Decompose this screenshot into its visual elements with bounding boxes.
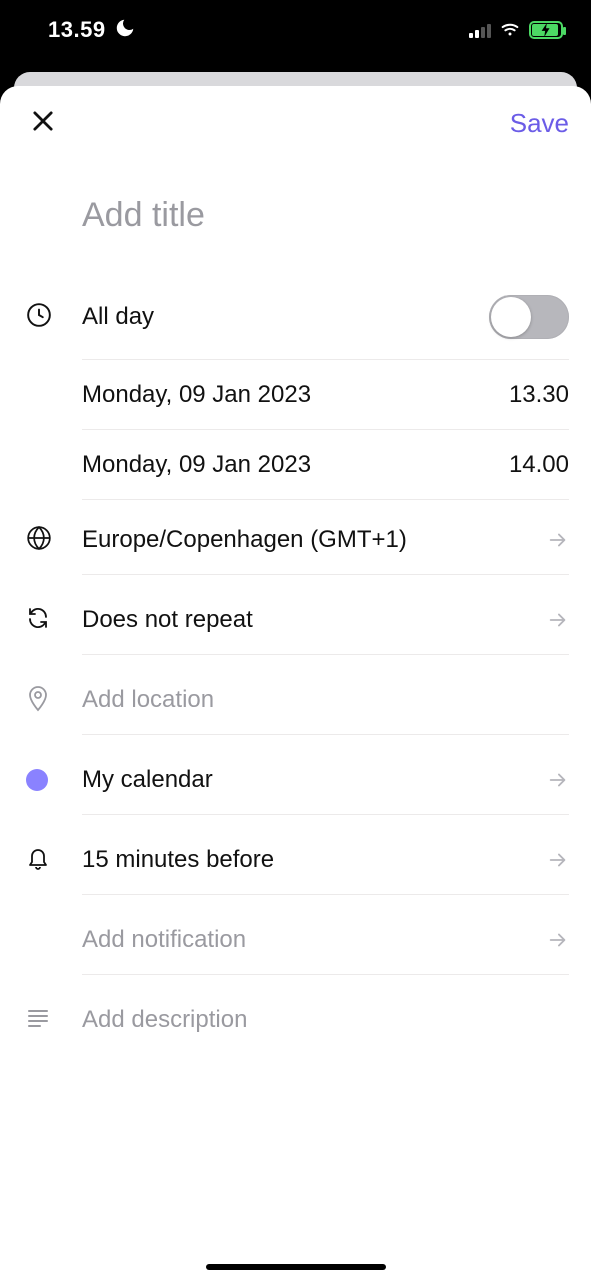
end-date-label: Monday, 09 Jan 2023 [82,451,311,479]
bell-icon [26,845,50,876]
close-button[interactable] [26,106,60,140]
calendar-row[interactable]: My calendar [0,740,591,820]
home-indicator [206,1264,386,1270]
arrow-right-icon [537,849,569,871]
location-placeholder: Add location [82,686,214,714]
status-bar: 13.59 [0,0,591,60]
globe-icon [26,525,52,556]
sheet-header: Save [0,86,591,150]
battery-icon [529,21,563,39]
repeat-label: Does not repeat [82,606,253,634]
location-row[interactable]: Add location [0,660,591,740]
description-row[interactable]: Add description [0,980,591,1060]
end-datetime-row[interactable]: Monday, 09 Jan 2023 14.00 [0,430,591,500]
all-day-row: All day [0,275,591,360]
all-day-toggle[interactable] [489,295,569,339]
clock-icon [26,302,52,333]
description-placeholder: Add description [82,1006,247,1034]
start-date-label: Monday, 09 Jan 2023 [82,381,311,409]
description-icon [26,1008,50,1033]
timezone-label: Europe/Copenhagen (GMT+1) [82,526,407,554]
moon-icon [114,17,136,44]
calendar-label: My calendar [82,766,213,794]
status-time: 13.59 [48,17,106,43]
end-time-label: 14.00 [509,451,569,479]
timezone-row[interactable]: Europe/Copenhagen (GMT+1) [0,500,591,580]
title-area [0,150,591,275]
start-datetime-row[interactable]: Monday, 09 Jan 2023 13.30 [0,360,591,430]
arrow-right-icon [537,529,569,551]
event-create-sheet: Save All day Monday, 09 Jan 2023 [0,86,591,1280]
wifi-icon [499,18,521,43]
arrow-right-icon [537,769,569,791]
repeat-icon [26,606,50,635]
arrow-right-icon [537,929,569,951]
close-icon [29,107,57,140]
arrow-right-icon [537,609,569,631]
add-notification-label: Add notification [82,926,246,954]
add-notification-row[interactable]: Add notification [0,900,591,980]
repeat-row[interactable]: Does not repeat [0,580,591,660]
notification-row[interactable]: 15 minutes before [0,820,591,900]
title-input[interactable] [82,196,569,235]
location-pin-icon [26,684,50,717]
all-day-label: All day [82,303,154,331]
start-time-label: 13.30 [509,381,569,409]
save-button[interactable]: Save [510,108,569,139]
calendar-color-dot [26,769,48,791]
signal-icon [469,22,491,38]
notification-label: 15 minutes before [82,846,274,874]
